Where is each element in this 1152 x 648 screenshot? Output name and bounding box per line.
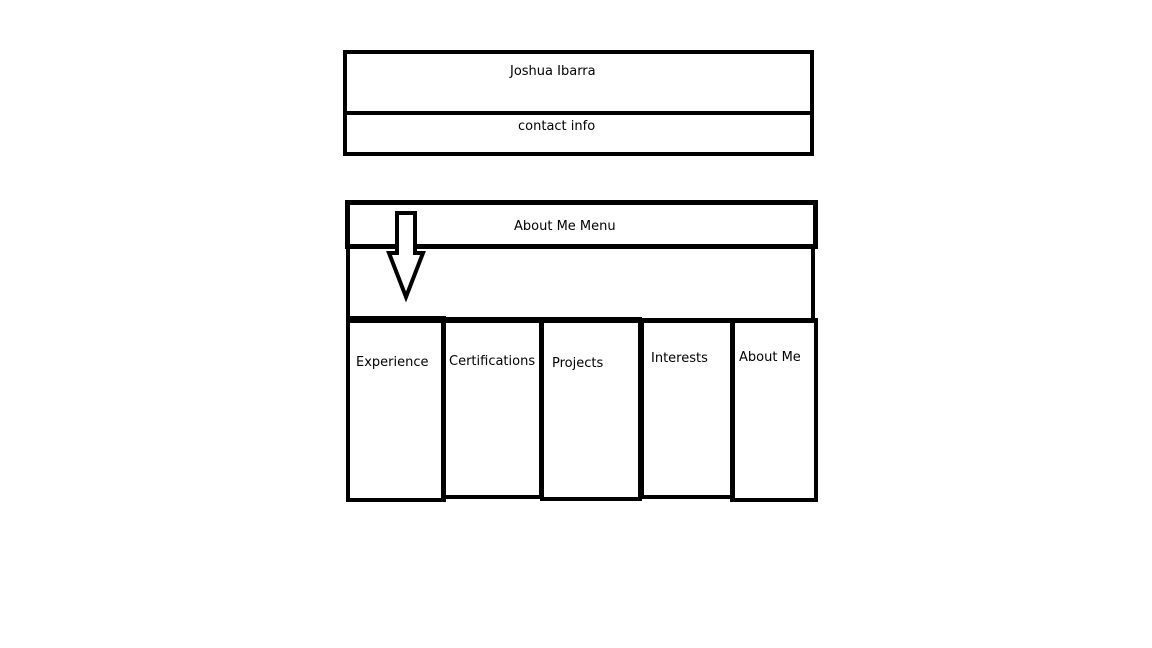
menu-item-certifications[interactable] bbox=[441, 317, 543, 499]
menu-item-experience-label: Experience bbox=[356, 355, 429, 370]
menu-item-about-me[interactable] bbox=[730, 318, 818, 502]
menu-title-label: About Me Menu bbox=[514, 219, 616, 234]
menu-item-projects[interactable] bbox=[540, 317, 642, 501]
name-label: Joshua Ibarra bbox=[510, 64, 596, 79]
menu-item-interests-label: Interests bbox=[651, 351, 708, 366]
menu-item-interests[interactable] bbox=[640, 318, 735, 499]
menu-item-experience[interactable] bbox=[346, 316, 446, 502]
menu-item-certifications-label: Certifications bbox=[449, 354, 536, 369]
contact-info-label: contact info bbox=[518, 119, 596, 134]
menu-item-projects-label: Projects bbox=[552, 356, 604, 371]
down-arrow-icon bbox=[386, 211, 426, 303]
name-box bbox=[343, 50, 814, 115]
menu-item-about-me-label: About Me bbox=[739, 350, 801, 365]
